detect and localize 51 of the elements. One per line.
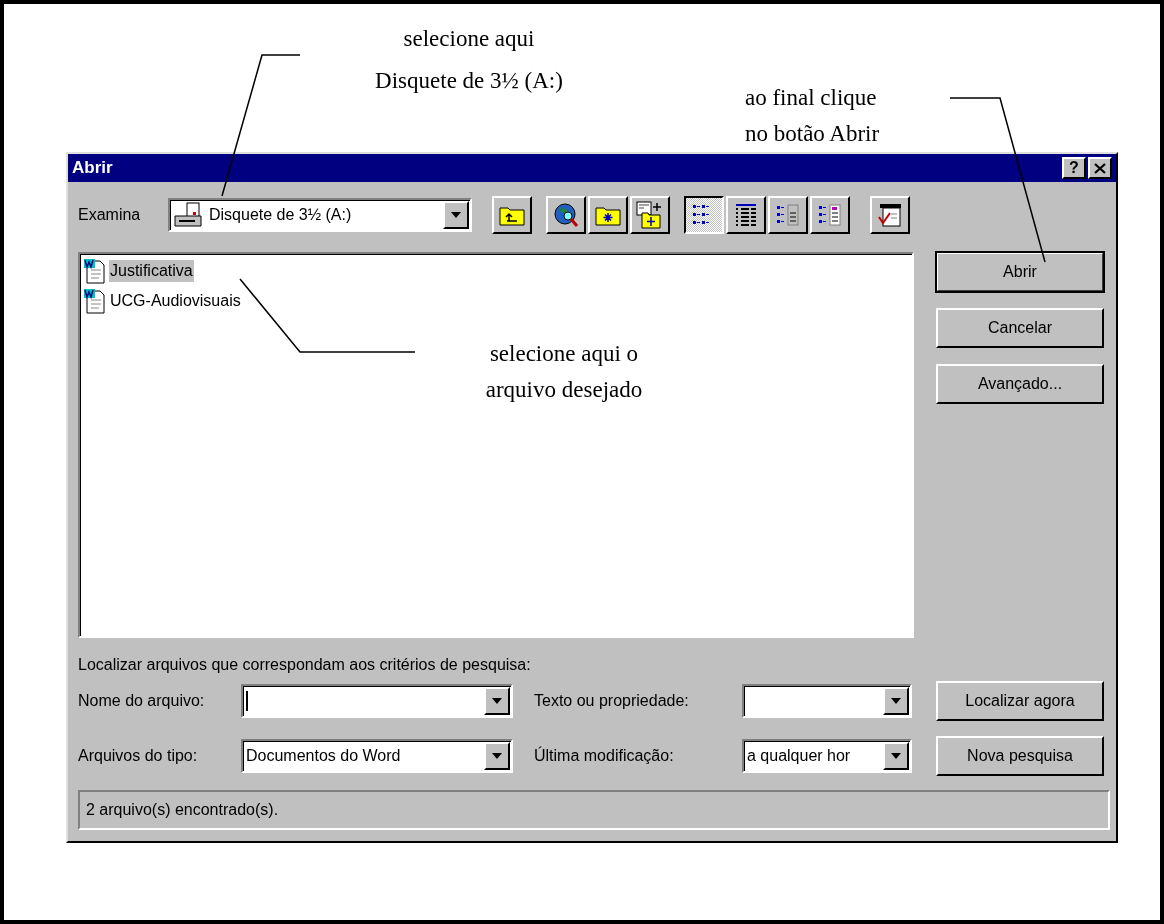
find-now-button[interactable]: Localizar agora (936, 681, 1104, 721)
dropdown-arrow-icon (891, 753, 901, 759)
add-folder-icon (636, 201, 664, 229)
dropdown-arrow-icon (891, 698, 901, 704)
dropdown-arrow-icon (492, 753, 502, 759)
window-title: Abrir (72, 158, 113, 178)
field-label: Última modificação: (534, 747, 675, 765)
dropdown-button[interactable] (443, 201, 469, 229)
dropdown-arrow-icon (451, 212, 461, 218)
annotation-text: selecione aqui Disquete de 3½ (A:) (374, 25, 564, 95)
close-icon (1094, 162, 1106, 174)
field-value: a qualquer hor (747, 747, 851, 765)
dropdown-button[interactable] (883, 742, 909, 770)
field-label: Arquivos do tipo: (78, 747, 199, 765)
globe-search-icon (553, 202, 579, 228)
checklist-icon (877, 203, 903, 227)
search-caption: Localizar arquivos que correspondam aos critérios de pesquisa: (78, 656, 532, 674)
dialog-button[interactable]: Avançado... (936, 364, 1104, 404)
help-button[interactable]: ? (1062, 157, 1086, 179)
dropdown-button[interactable] (883, 687, 909, 715)
dialog-button[interactable]: Abrir (936, 252, 1104, 292)
file-item[interactable]: UCG-Audiovisuais (109, 290, 242, 312)
field-label: Nome do arquivo: (78, 692, 206, 710)
dropdown-button[interactable] (484, 742, 510, 770)
status-text: 2 arquivo(s) encontrado(s). (86, 801, 279, 819)
dropdown-field[interactable]: Documentos do Word (241, 739, 513, 773)
dropdown-field[interactable] (742, 684, 912, 718)
dropdown-arrow-icon (492, 698, 502, 704)
look-in-label: Examina (78, 206, 142, 224)
close-button[interactable] (1088, 157, 1112, 179)
annotation-text: ao final clique no botão Abrir (745, 84, 881, 148)
field-label: Texto ou propriedade: (534, 692, 690, 710)
floppy-drive-icon (173, 202, 203, 228)
dropdown-field[interactable] (241, 684, 513, 718)
annotation-text: selecione aqui o arquivo desejado (484, 340, 644, 404)
folder-star-icon (595, 204, 621, 226)
preview-view-icon (817, 203, 843, 227)
properties-view-icon (775, 203, 801, 227)
word-document-icon (83, 288, 107, 314)
up-folder-icon (499, 204, 525, 226)
dialog-button[interactable]: Cancelar (936, 308, 1104, 348)
dropdown-field[interactable]: a qualquer hor (742, 739, 912, 773)
toolbar-button[interactable] (684, 196, 724, 234)
details-view-icon (733, 203, 759, 227)
word-document-icon (83, 258, 107, 284)
file-item[interactable]: Justificativa (109, 260, 194, 282)
new-search-button[interactable]: Nova pesquisa (936, 736, 1104, 776)
dropdown-button[interactable] (484, 687, 510, 715)
field-value: Documentos do Word (246, 747, 401, 765)
look-in-value: Disquete de 3½ (A:) (209, 206, 352, 224)
look-in-dropdown[interactable]: Disquete de 3½ (A:) (168, 198, 472, 232)
